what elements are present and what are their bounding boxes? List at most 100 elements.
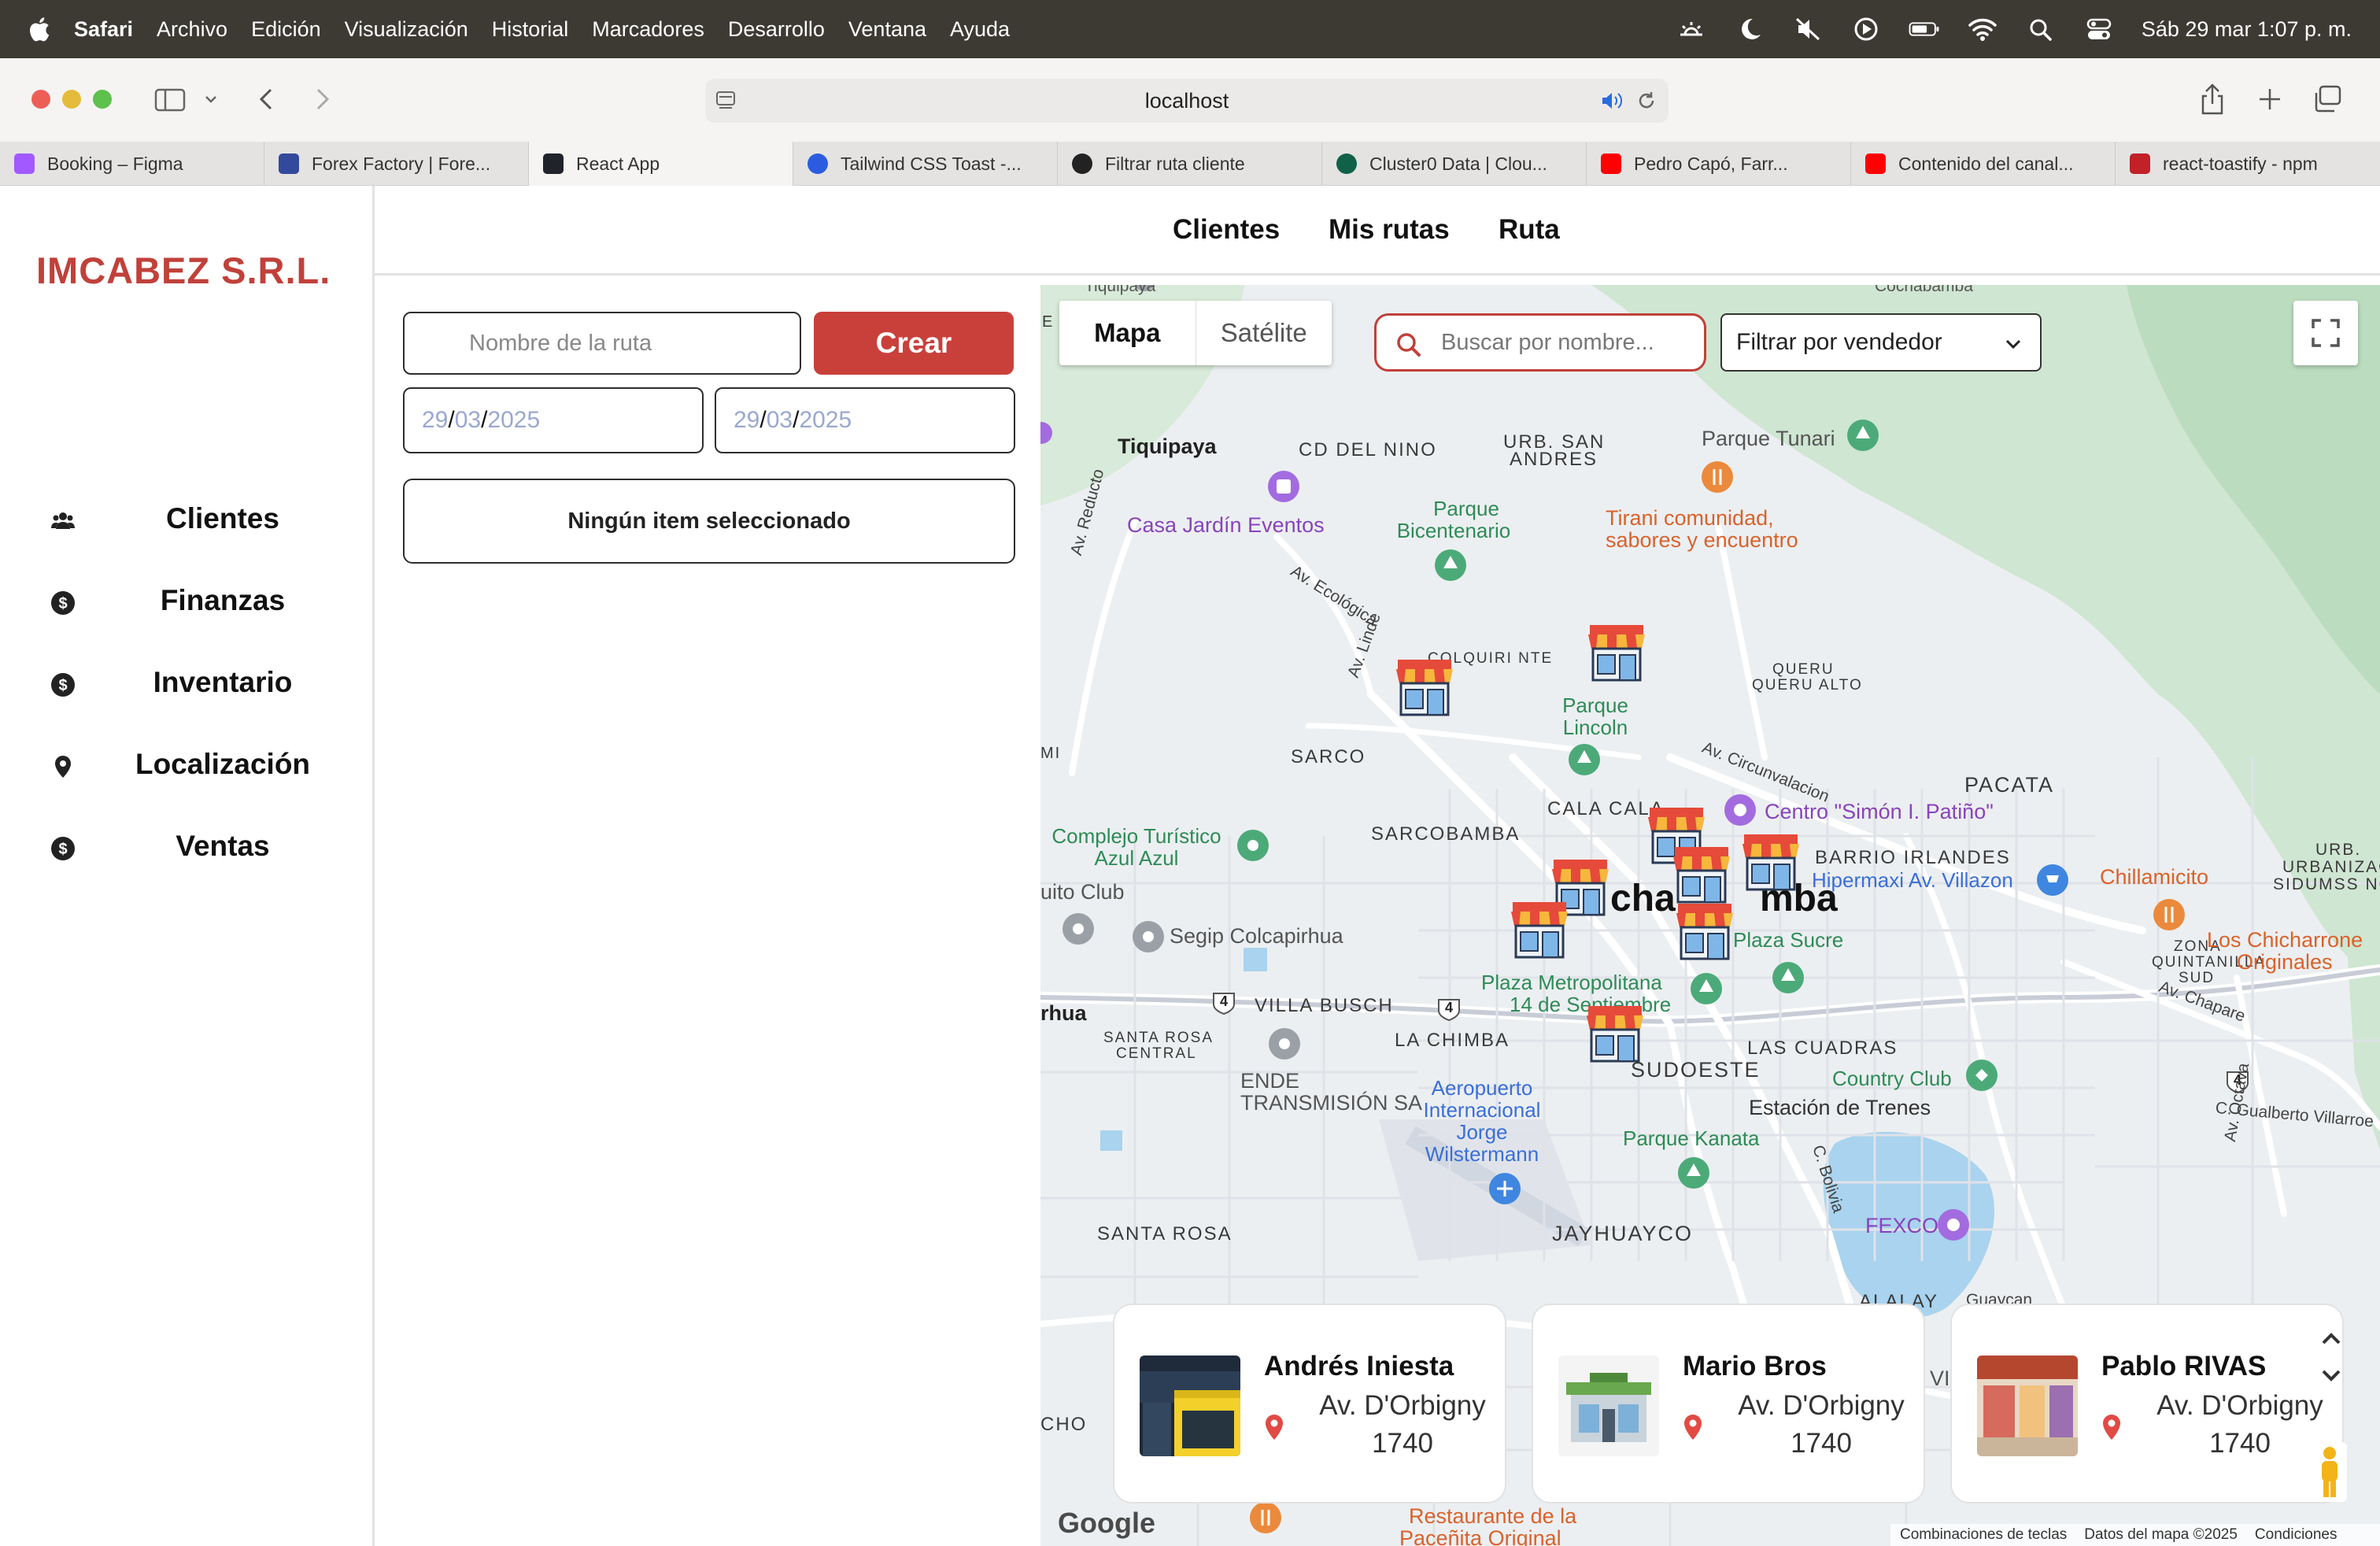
nav-link-ruta[interactable]: Ruta bbox=[1499, 214, 1560, 246]
map-label-sarco: SARCO bbox=[1291, 746, 1366, 767]
map-search-input[interactable]: Buscar por nombre... bbox=[1374, 313, 1706, 372]
map-label-aeropuerto-3: Jorge bbox=[1456, 1120, 1508, 1144]
map-rotate-control-icon[interactable] bbox=[2306, 1326, 2356, 1389]
tab-youtube-pedro-capo[interactable]: Pedro Capó, Farr... bbox=[1587, 142, 1851, 186]
map-label-sudoeste: SUDOESTE bbox=[1631, 1058, 1761, 1082]
sidebar-toggle-icon[interactable] bbox=[154, 88, 186, 112]
terms-link[interactable]: Condiciones bbox=[2255, 1526, 2338, 1544]
apple-logo-icon[interactable] bbox=[27, 15, 50, 43]
spotlight-search-icon[interactable] bbox=[2025, 16, 2057, 43]
mute-icon[interactable] bbox=[1792, 16, 1824, 43]
selected-items-box[interactable]: Ningún item seleccionado bbox=[403, 479, 1015, 564]
route-name-input[interactable]: Nombre de la ruta bbox=[403, 312, 801, 375]
client-card[interactable]: Pablo RIVAS Av. D'Orbigny 1740 bbox=[1952, 1305, 2342, 1502]
new-tab-plus-icon[interactable] bbox=[2257, 87, 2282, 112]
vendor-filter-select[interactable]: Filtrar por vendedor bbox=[1720, 313, 2042, 372]
google-map[interactable]: 4 4 4 Tiquipaya Cochabamba Tiquipaya CD … bbox=[1040, 285, 2380, 1546]
moon-icon[interactable] bbox=[1734, 16, 1765, 43]
map-label-queru-2: QUERU ALTO bbox=[1752, 677, 1863, 693]
menu-visualizacion[interactable]: Visualización bbox=[345, 17, 468, 42]
page-menu-icon[interactable] bbox=[715, 90, 738, 112]
top-navigation: Clientes Mis rutas Ruta bbox=[375, 186, 2380, 276]
menu-desarrollo[interactable]: Desarrollo bbox=[728, 17, 825, 42]
address-text[interactable]: localhost bbox=[1145, 89, 1229, 113]
shop-marker-icon[interactable] bbox=[1670, 844, 1733, 907]
minimize-window-button[interactable] bbox=[62, 90, 81, 109]
date-separator: / bbox=[759, 407, 767, 433]
menubar-datetime[interactable]: Sáb 29 mar 1:07 p. m. bbox=[2142, 17, 2352, 42]
npm-favicon-icon bbox=[2130, 153, 2150, 174]
wifi-icon[interactable] bbox=[1967, 16, 1998, 43]
search-icon bbox=[1397, 333, 1421, 357]
map-label-centro-simon-patino: Centro "Simón I. Patiño" bbox=[1765, 800, 1994, 823]
map-label-cochabamba-left: cha bbox=[1610, 878, 1676, 919]
tab-youtube-contenido[interactable]: Contenido del canal... bbox=[1851, 142, 2116, 186]
keyboard-shortcuts-link[interactable]: Combinaciones de teclas bbox=[1900, 1526, 2067, 1544]
map-label-rhua: rhua bbox=[1040, 1001, 1087, 1025]
tab-react-toastify[interactable]: react-toastify - npm bbox=[2116, 142, 2380, 186]
shop-marker-icon[interactable] bbox=[1393, 656, 1456, 719]
map-label-parque-tunari: Parque Tunari bbox=[1702, 427, 1835, 450]
reload-icon[interactable] bbox=[1635, 90, 1658, 112]
shop-marker-icon[interactable] bbox=[1508, 899, 1571, 962]
start-date-input[interactable]: 29/03/2025 bbox=[403, 387, 704, 453]
back-arrow-icon[interactable] bbox=[255, 85, 279, 113]
tab-react-app[interactable]: React App bbox=[529, 142, 793, 186]
close-window-button[interactable] bbox=[31, 90, 50, 109]
chevron-down-icon[interactable] bbox=[203, 93, 219, 105]
tab-cluster0[interactable]: Cluster0 Data | Clou... bbox=[1322, 142, 1587, 186]
map-label-villa-busch: VILLA BUSCH bbox=[1255, 995, 1394, 1016]
client-card[interactable]: Andrés Iniesta Av. D'Orbigny 1740 bbox=[1114, 1305, 1505, 1502]
menu-ventana[interactable]: Ventana bbox=[848, 17, 926, 42]
menu-safari[interactable]: Safari bbox=[74, 17, 133, 42]
map-label-casa-jardin: Casa Jardín Eventos bbox=[1127, 513, 1325, 537]
brand-logo[interactable]: IMCABEZ S.R.L. bbox=[36, 249, 331, 292]
fullscreen-button[interactable] bbox=[2293, 301, 2358, 365]
shop-marker-icon[interactable] bbox=[1585, 622, 1648, 685]
menu-archivo[interactable]: Archivo bbox=[157, 17, 227, 42]
play-circle-icon[interactable] bbox=[1850, 16, 1882, 43]
client-card[interactable]: Mario Bros Av. D'Orbigny 1740 bbox=[1533, 1305, 1924, 1502]
menu-ayuda[interactable]: Ayuda bbox=[950, 17, 1010, 42]
menu-historial[interactable]: Historial bbox=[492, 17, 569, 42]
brightness-icon[interactable] bbox=[1676, 16, 1707, 43]
street-view-pegman-icon[interactable] bbox=[2312, 1442, 2347, 1502]
map-type-satelite-button[interactable]: Satélite bbox=[1196, 301, 1332, 365]
tab-overview-icon[interactable] bbox=[2312, 85, 2342, 113]
tab-filtrar-ruta[interactable]: Filtrar ruta cliente bbox=[1058, 142, 1322, 186]
share-icon[interactable] bbox=[2199, 82, 2226, 117]
create-route-button[interactable]: Crear bbox=[814, 312, 1014, 375]
audio-playing-icon[interactable] bbox=[1599, 90, 1624, 112]
macos-menu-bar: Safari Archivo Edición Visualización His… bbox=[0, 0, 2380, 58]
shop-marker-icon[interactable] bbox=[1584, 1003, 1646, 1066]
maximize-window-button[interactable] bbox=[93, 90, 112, 109]
address-bar[interactable]: localhost bbox=[705, 79, 1669, 123]
shop-marker-icon[interactable] bbox=[1739, 831, 1802, 894]
nav-link-mis-rutas[interactable]: Mis rutas bbox=[1329, 214, 1450, 246]
nav-link-clientes[interactable]: Clientes bbox=[1173, 214, 1280, 246]
sidebar-item-clientes[interactable]: Clientes bbox=[0, 485, 375, 556]
map-type-mapa-button[interactable]: Mapa bbox=[1059, 301, 1196, 365]
google-logo[interactable]: Google bbox=[1058, 1507, 1155, 1540]
tab-tailwind-toast[interactable]: Tailwind CSS Toast -... bbox=[793, 142, 1058, 186]
menu-marcadores[interactable]: Marcadores bbox=[592, 17, 704, 42]
tab-booking-figma[interactable]: Booking – Figma bbox=[0, 142, 264, 186]
tab-label: Pedro Capó, Farr... bbox=[1634, 153, 1788, 174]
map-label-cd-del-nino: CD DEL NINO bbox=[1299, 439, 1437, 460]
map-label-sarcobamba: SARCOBAMBA bbox=[1371, 823, 1521, 845]
menu-edicion[interactable]: Edición bbox=[251, 17, 321, 42]
control-center-icon[interactable] bbox=[2083, 16, 2115, 43]
tab-forex-factory[interactable]: Forex Factory | Fore... bbox=[264, 142, 529, 186]
battery-icon[interactable] bbox=[1909, 16, 1940, 43]
tailwind-favicon-icon bbox=[808, 153, 828, 174]
forward-arrow-icon[interactable] bbox=[310, 85, 334, 113]
shop-marker-icon[interactable] bbox=[1673, 901, 1736, 963]
end-date-input[interactable]: 29/03/2025 bbox=[715, 387, 1015, 453]
map-label-restaurante-2: Paceñita Original bbox=[1399, 1526, 1561, 1546]
sidebar-item-localizacion[interactable]: Localización bbox=[0, 730, 375, 801]
dollar-icon: $ bbox=[51, 673, 75, 697]
map-label-ende-2: TRANSMISIÓN SA bbox=[1240, 1091, 1423, 1115]
sidebar-item-ventas[interactable]: $ Ventas bbox=[0, 812, 375, 883]
sidebar-item-finanzas[interactable]: $ Finanzas bbox=[0, 567, 375, 638]
sidebar-item-inventario[interactable]: $ Inventario bbox=[0, 649, 375, 719]
